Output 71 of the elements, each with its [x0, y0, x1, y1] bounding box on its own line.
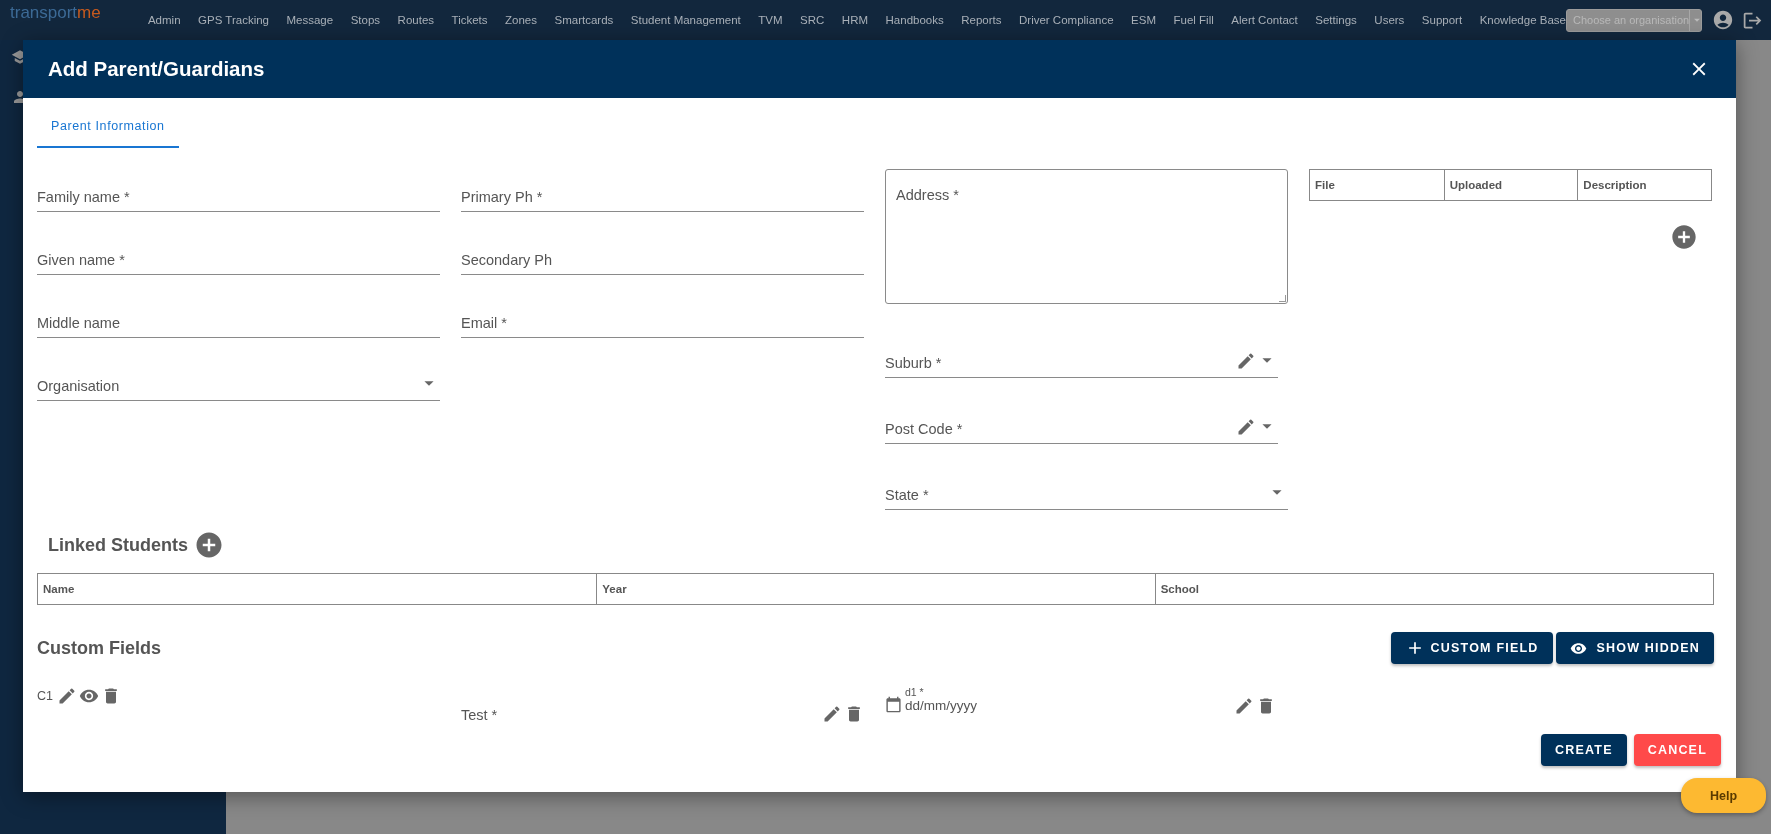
brand-logo[interactable]: transportme [10, 3, 148, 23]
nav-link[interactable]: Driver Compliance [1019, 14, 1114, 26]
select-field[interactable]: Post Code * [885, 401, 1278, 444]
nav-link[interactable]: Stops [350, 14, 381, 26]
nav-link[interactable]: SRC [800, 14, 825, 26]
nav-link[interactable]: Reports [961, 14, 1002, 26]
help-button[interactable]: Help [1681, 778, 1766, 813]
nav-link[interactable]: Zones [505, 14, 537, 26]
nav-link[interactable]: Knowledge Base [1479, 14, 1566, 26]
section-title: Linked Students [48, 534, 188, 556]
field-label: Family name * [37, 189, 131, 205]
dialog-title: Add Parent/Guardians [48, 57, 265, 81]
pencil-icon[interactable] [1236, 417, 1256, 437]
calendar-icon[interactable] [885, 696, 902, 713]
nav-link[interactable]: Routes [397, 14, 435, 26]
text-field[interactable]: Given name * [37, 232, 440, 275]
nav-link[interactable]: TVM [758, 14, 783, 26]
nav-link[interactable]: Message [286, 14, 334, 26]
show-hidden-button[interactable]: SHOW HIDDEN [1555, 632, 1714, 664]
field-label: Post Code * [885, 421, 964, 437]
nav-link[interactable]: GPS Tracking [198, 14, 269, 26]
select-field[interactable]: Suburb * [885, 335, 1278, 378]
pencil-icon[interactable] [57, 686, 77, 706]
add-custom-field-button[interactable]: CUSTOM FIELD [1390, 632, 1553, 664]
field-label: State * [885, 487, 930, 503]
nav-link[interactable]: HRM [841, 14, 869, 26]
nav-link[interactable]: Users [1374, 14, 1405, 26]
nav-link[interactable]: Support [1421, 14, 1463, 26]
column-header: Year [596, 574, 1155, 604]
field-label: Email * [461, 315, 508, 331]
nav-link[interactable]: Admin [147, 14, 181, 26]
field-label: Middle name [37, 315, 121, 331]
account-icon[interactable] [1712, 9, 1734, 31]
pencil-icon[interactable] [822, 704, 842, 724]
resize-handle-icon[interactable] [1279, 295, 1286, 302]
pencil-icon[interactable] [1236, 351, 1256, 371]
custom-field-label: Test * [461, 707, 499, 723]
text-field[interactable]: Primary Ph * [461, 169, 864, 212]
select-field[interactable]: State * [885, 467, 1288, 510]
field-label: Address * [896, 187, 959, 203]
text-field[interactable]: Email * [461, 295, 864, 338]
column-header: Description [1577, 170, 1711, 200]
nav-link[interactable]: Smartcards [554, 14, 614, 26]
column-header: Uploaded [1443, 170, 1578, 200]
nav-link[interactable]: Alert Contact [1231, 14, 1298, 26]
text-field[interactable]: Family name * [37, 169, 440, 212]
field-label: Given name * [37, 252, 126, 268]
section-title: Custom Fields [37, 637, 161, 659]
nav-link[interactable]: Tickets [451, 14, 488, 26]
text-field[interactable]: Secondary Ph [461, 232, 864, 275]
field-label: Organisation [37, 378, 121, 394]
date-field-label: d1 * [905, 686, 925, 698]
nav-link[interactable]: Student Management [630, 14, 741, 26]
text-field[interactable]: Middle name [37, 295, 440, 338]
field-label: Primary Ph * [461, 189, 544, 205]
nav-link[interactable]: Settings [1315, 14, 1357, 26]
address-textarea[interactable]: Address * [885, 169, 1288, 304]
tab[interactable]: Parent Information [37, 98, 179, 148]
column-header: School [1154, 574, 1713, 604]
column-header: File [1314, 178, 1336, 193]
select-field[interactable]: Organisation [37, 358, 440, 401]
nav-link[interactable]: Fuel Fill [1173, 14, 1214, 26]
date-field-value[interactable]: dd/mm/yyyy [905, 698, 977, 713]
custom-field-label: C1 [37, 689, 53, 703]
pencil-icon[interactable] [1234, 696, 1254, 716]
nav-link[interactable]: Handbooks [885, 14, 944, 26]
field-label: Suburb * [885, 355, 943, 371]
nav-link[interactable]: ESM [1131, 14, 1156, 26]
field-label: Secondary Ph [461, 252, 554, 268]
create-button[interactable]: CREATE [1541, 734, 1627, 766]
column-header: Name [42, 582, 76, 597]
